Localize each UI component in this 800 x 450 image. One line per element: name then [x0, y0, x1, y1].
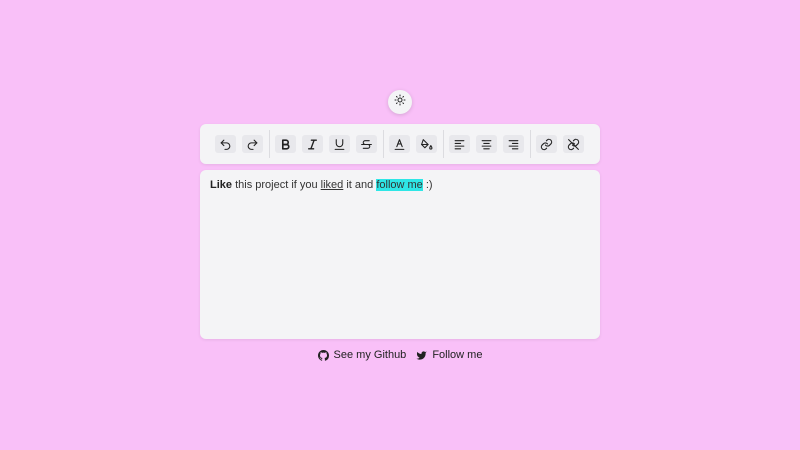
- link-icon: [540, 138, 553, 150]
- font-color-button[interactable]: [389, 135, 410, 153]
- align-left-icon: [454, 139, 465, 149]
- underline-button[interactable]: [329, 135, 350, 153]
- font-color-icon: [394, 138, 405, 150]
- toolbar-divider: [269, 130, 270, 158]
- italic-button[interactable]: [302, 135, 323, 153]
- unlink-button[interactable]: [563, 135, 584, 153]
- link-button[interactable]: [536, 135, 557, 153]
- sun-icon: [394, 93, 406, 111]
- github-icon: [317, 349, 329, 361]
- paint-bucket-icon: [421, 138, 433, 150]
- toolbar-divider: [383, 130, 384, 158]
- toolbar-divider: [530, 130, 531, 158]
- underline-icon: [334, 138, 345, 150]
- redo-button[interactable]: [242, 135, 263, 153]
- highlighted-text: follow me: [376, 179, 423, 191]
- editor-text: it and: [343, 179, 377, 191]
- bold-text: Like: [210, 179, 233, 191]
- github-link[interactable]: See my Github: [317, 348, 407, 362]
- align-center-button[interactable]: [476, 135, 497, 153]
- footer-links: See my Github Follow me: [0, 348, 800, 362]
- redo-icon: [247, 139, 258, 150]
- italic-icon: [308, 138, 317, 150]
- align-right-button[interactable]: [503, 135, 524, 153]
- strikethrough-button[interactable]: [356, 135, 377, 153]
- align-left-button[interactable]: [449, 135, 470, 153]
- theme-toggle-button[interactable]: [388, 90, 412, 114]
- twitter-link[interactable]: Follow me: [416, 348, 482, 362]
- editor-toolbar: [200, 124, 600, 164]
- highlight-color-button[interactable]: [416, 135, 437, 153]
- align-center-icon: [481, 139, 492, 149]
- underlined-text: liked: [320, 179, 344, 191]
- bold-button[interactable]: [275, 135, 296, 153]
- twitter-link-label: Follow me: [432, 349, 483, 361]
- undo-icon: [220, 139, 231, 150]
- bold-icon: [281, 138, 290, 150]
- editor-text: this project if you: [232, 179, 321, 191]
- editor-text: :): [422, 179, 433, 191]
- editor-content-area[interactable]: Like this project if you liked it and fo…: [200, 170, 600, 339]
- toolbar-divider: [443, 130, 444, 158]
- undo-button[interactable]: [215, 135, 236, 153]
- unlink-icon: [567, 138, 580, 150]
- strikethrough-icon: [361, 139, 372, 149]
- align-right-icon: [508, 139, 519, 149]
- github-link-label: See my Github: [333, 349, 407, 361]
- twitter-icon: [416, 350, 427, 360]
